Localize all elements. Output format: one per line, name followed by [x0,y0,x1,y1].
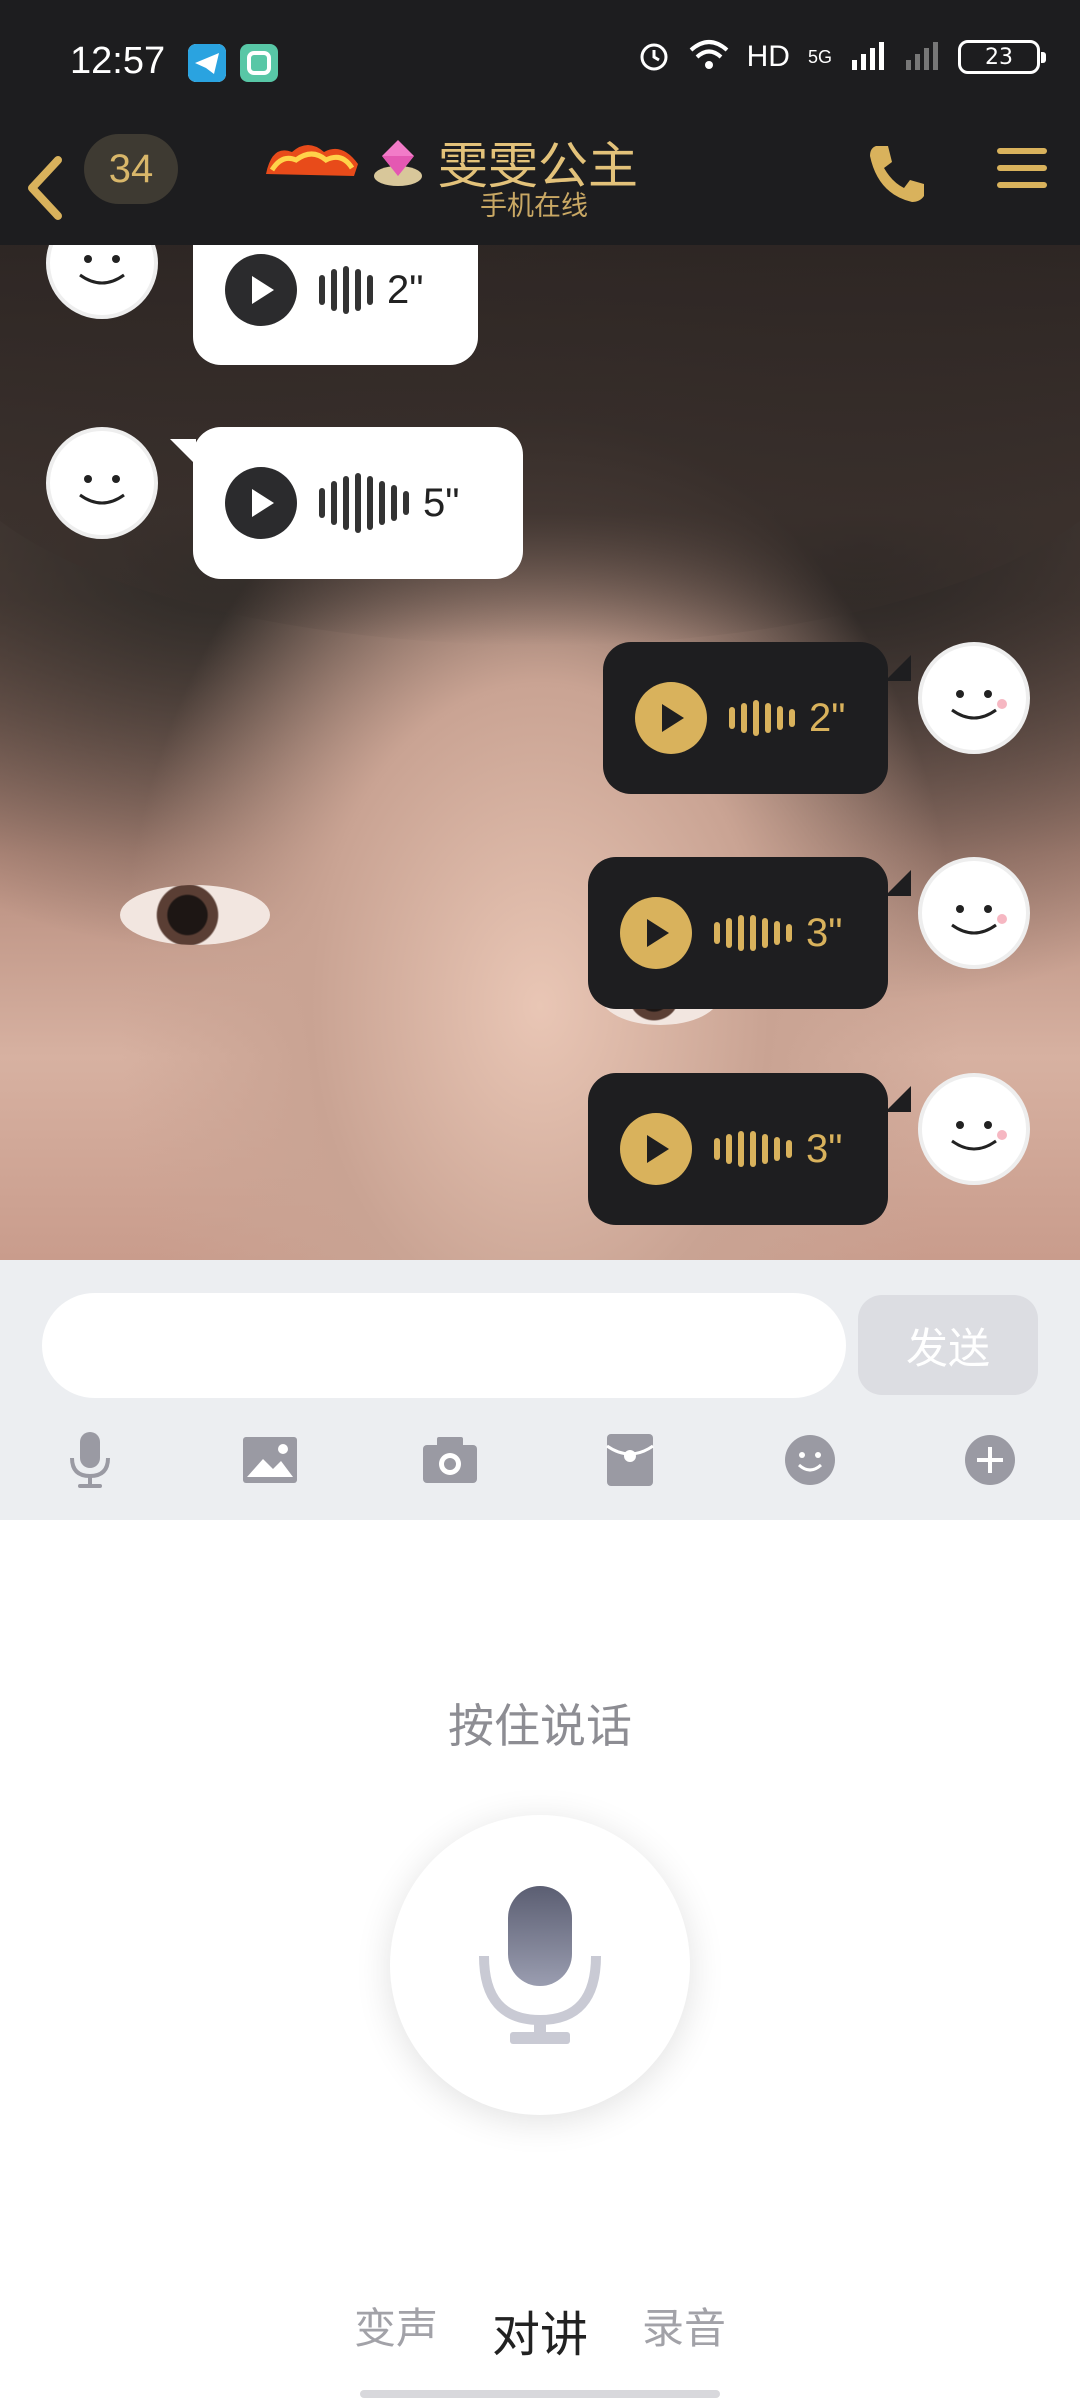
bubble-tail [885,870,911,896]
mic-icon[interactable] [58,1428,122,1492]
waveform-icon [714,915,792,951]
telegram-icon [188,44,226,82]
voice-duration: 5" [423,480,460,525]
waveform-icon [729,700,795,736]
emoji-icon[interactable] [778,1428,842,1492]
phone-icon[interactable] [862,138,932,208]
chat-header: 34 雯雯公主 手机在线 [0,130,1080,245]
voice-duration: 2" [809,695,846,740]
play-icon[interactable] [225,467,297,539]
tab-record[interactable]: 录音 [642,2295,726,2365]
camera-icon[interactable] [418,1428,482,1492]
message-input[interactable] [42,1293,846,1398]
signal-weak-icon [904,38,940,76]
voice-message-bubble[interactable]: 2" [603,642,888,794]
background-photo [0,245,1080,645]
network-gen-label: 5G [807,46,832,67]
battery-level: 23 [985,44,1013,70]
my-avatar[interactable] [918,1073,1030,1185]
mic-icon [479,1886,601,2044]
tab-voice-change[interactable]: 变声 [354,2295,438,2365]
voice-message-bubble[interactable]: 3" [588,857,888,1009]
contact-status: 手机在线 [480,191,588,222]
unread-count-badge[interactable]: 34 [84,134,178,204]
play-icon[interactable] [620,897,692,969]
status-bar: 12:57 HD 5G 23 [0,0,1080,130]
play-icon[interactable] [225,254,297,326]
home-indicator[interactable] [360,2390,720,2398]
app-icon [240,44,278,82]
voice-panel: 按住说话 变声 对讲 录音 [0,1520,1080,2400]
voice-duration: 3" [806,910,843,955]
my-avatar[interactable] [918,857,1030,969]
press-to-talk-button[interactable] [390,1815,690,2115]
contact-avatar[interactable] [46,427,158,539]
play-icon[interactable] [620,1113,692,1185]
menu-icon[interactable] [995,144,1049,192]
play-icon[interactable] [635,682,707,754]
network-label: HD [746,40,790,73]
waveform-icon [714,1131,792,1167]
tab-intercom[interactable]: 对讲 [492,2295,588,2365]
bubble-tail [885,655,911,681]
voice-message-bubble[interactable]: 5" [193,427,523,579]
background-eye [120,885,270,945]
signal-icon [850,38,886,76]
back-button[interactable] [14,140,74,235]
voice-message-bubble[interactable]: 2" [193,245,478,365]
red-packet-icon[interactable] [598,1428,662,1492]
image-icon[interactable] [238,1428,302,1492]
voice-message-bubble[interactable]: 3" [588,1073,888,1225]
alarm-icon [637,38,671,76]
vip-badge-icon [262,134,362,188]
gem-icon [368,130,428,190]
bubble-tail [885,1086,911,1112]
press-to-talk-hint: 按住说话 [448,1699,632,1753]
voice-mode-tabs: 变声 对讲 录音 [0,2295,1080,2365]
my-avatar[interactable] [918,642,1030,754]
input-bar: 发送 [0,1260,1080,1520]
waveform-icon [319,473,409,533]
voice-duration: 2" [387,267,424,312]
voice-duration: 3" [806,1126,843,1171]
status-time: 12:57 [70,40,166,82]
wifi-icon [689,38,729,76]
battery-icon: 23 [958,40,1046,74]
plus-icon[interactable] [958,1428,1022,1492]
send-button[interactable]: 发送 [858,1295,1038,1395]
waveform-icon [319,266,373,314]
chat-messages[interactable]: 2" 5" 2" 3" 3" [0,245,1080,1260]
